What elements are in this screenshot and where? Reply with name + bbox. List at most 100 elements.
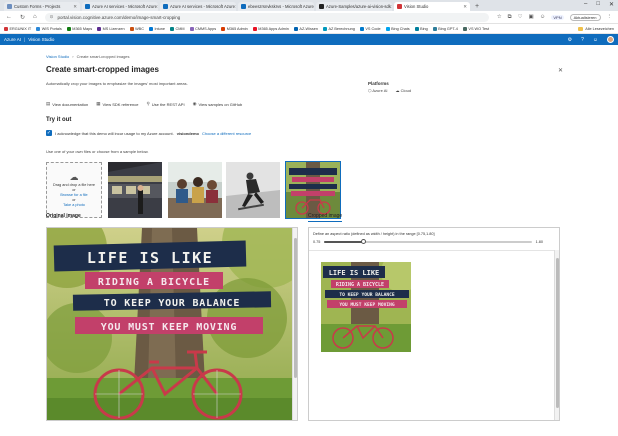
header-separator: | [24,37,26,42]
poster-line-3: TO KEEP YOUR BALANCE [104,298,240,309]
take-photo-link[interactable]: Take a photo [63,203,85,207]
cropped-scrollbar-thumb[interactable] [556,258,559,408]
close-icon[interactable]: ✕ [558,67,563,74]
bookmark-item[interactable]: AZ-Wissen [293,26,318,31]
product-name[interactable]: Azure AI [4,37,21,42]
slider-handle[interactable] [361,239,367,244]
browser-tab[interactable]: ebeeszrsnvkskrvs - Microsoft Azure ✕ [238,2,314,11]
original-scrollbar[interactable] [292,228,297,420]
tab-close-icon[interactable]: ✕ [463,4,467,10]
help-icon[interactable]: ? [581,37,584,43]
bookmark-item[interactable]: MS Lizenzen [97,26,125,31]
bookmark-item[interactable]: M365 Admin [221,26,248,31]
tab-close-icon[interactable]: ✕ [73,4,77,10]
bookmark-item[interactable]: Intune [148,26,165,31]
upload-text-or: or [72,188,76,192]
avatar[interactable] [607,36,614,43]
browser-tab[interactable]: Azure AI services - Microsoft Azure✕ [82,2,158,11]
resource-name: visiondemo [176,130,199,136]
change-resource-link[interactable]: Choose a different resource [202,131,251,136]
browser-tab[interactable]: Azure-Samples/azure-ai-vision-sdk✕ [316,2,392,11]
bookmark-item[interactable]: WBC [129,26,144,31]
update-button[interactable]: Aktualisieren [569,13,601,21]
site-info-icon[interactable]: ⊙ [50,14,54,20]
browser-tab[interactable]: Vision Studio ✕ [394,2,470,11]
vpn-badge[interactable]: VPN [551,14,564,20]
bookmark-favicon-icon [293,26,298,31]
upload-dropzone[interactable]: ☁ Drag and drop a file here or Browse fo… [46,162,102,218]
close-window-icon[interactable]: ✕ [609,1,614,8]
bookmark-favicon-icon [432,26,437,31]
original-image-label: Original image [46,213,81,219]
extensions-icon[interactable]: ⧉ [508,14,512,21]
acknowledge-text: I acknowledge that this demo will incur … [55,130,174,136]
sample-image-bicycle-poster[interactable] [285,161,341,219]
link-documentation[interactable]: ▤ View documentation [46,101,88,107]
back-icon[interactable]: ← [6,14,12,20]
sample-image-team[interactable] [168,162,222,218]
bookmark-item[interactable]: VS WO Test [462,26,489,31]
link-github-samples[interactable]: ◉ View samples on GitHub [193,101,243,107]
star-icon[interactable]: ☆ [497,14,502,20]
maximize-icon[interactable]: □ [596,1,600,8]
favorites-icon[interactable]: ♡ [518,14,523,20]
profile-icon[interactable]: ☺ [540,14,546,20]
tab-favicon-icon [85,4,90,9]
address-bar-row: ← ↻ ⌂ ⊙ portal.vision.cognitive.azure.co… [0,11,618,24]
sample-image-subway[interactable] [108,162,162,218]
menu-icon[interactable]: ⋮ [607,14,613,20]
browse-file-link[interactable]: Browse for a file [60,193,87,197]
settings-icon[interactable]: ⚙ [568,37,572,43]
bookmark-item[interactable]: Bing GPT-4 [432,26,458,31]
link-rest-api[interactable]: ⚲ Use the REST API [146,101,184,107]
bookmark-favicon-icon [221,26,226,31]
breadcrumb-home[interactable]: Vision Studio [46,54,69,59]
bookmark-item[interactable]: Bing Chats [385,26,410,31]
bookmarks-other-label: Alle Lesezeichen [585,26,614,31]
bookmark-item[interactable]: M365 Maps [66,26,92,31]
bookmark-item[interactable]: WIS Portals [36,26,62,31]
github-icon: ◉ [192,101,197,106]
minimize-icon[interactable]: – [584,1,587,8]
aspect-ratio-slider[interactable] [324,239,532,244]
platform-azure: ⬡ Azure AI [368,88,388,93]
cropped-scrollbar[interactable] [554,250,559,420]
bookmark-item[interactable]: Bing [414,26,428,31]
link-sdk-reference[interactable]: ▦ View SDK reference [96,101,138,107]
url-field[interactable]: ⊙ portal.vision.cognitive.azure.com/demo… [44,12,489,22]
bookmark-item[interactable]: CMM [170,26,185,31]
bookmark-label: Intune [154,26,165,31]
bookmark-item[interactable]: M365 Apps Admin [252,26,289,31]
poster-line-4: YOU MUST KEEP MOVING [101,322,237,333]
studio-name[interactable]: Vision Studio [28,37,54,42]
tab-favicon-icon [319,4,324,9]
bookmark-item[interactable]: AZ Berechnung [322,26,355,31]
page-title: Create smart-cropped images [46,65,159,74]
tab-close-icon[interactable]: ✕ [235,4,236,10]
url-text: portal.vision.cognitive.azure.com/demo/i… [57,14,181,20]
browser-tab[interactable]: Azure AI services - Microsoft Azure✕ [160,2,236,11]
poster-line-1: LIFE IS LIKE [87,249,213,267]
browser-tab[interactable]: Custom Forms - Projects ✕ [4,2,80,11]
original-scrollbar-thumb[interactable] [294,238,297,378]
bookmark-item[interactable]: CMMS Apps [189,26,216,31]
tab-label: ebeeszrsnvkskrvs - Microsoft Azure [248,4,314,9]
bookmark-item[interactable]: ERGUNIX IT [4,26,32,31]
tab-label: Azure-Samples/azure-ai-vision-sdk [326,4,391,9]
tab-cropped-image[interactable]: Cropped image [308,213,343,222]
bookmark-favicon-icon [252,26,257,31]
acknowledge-checkbox[interactable]: ✓ [46,130,52,136]
tab-close-icon[interactable]: ✕ [157,4,158,10]
reload-icon[interactable]: ↻ [20,14,25,21]
bookmarks-other[interactable]: Alle Lesezeichen [578,26,614,31]
collections-icon[interactable]: ▣ [529,14,534,20]
home-icon[interactable]: ⌂ [33,14,37,20]
feedback-icon[interactable]: ☺ [593,37,598,43]
ratio-max-label: 1.80 [535,240,543,244]
bookmark-item[interactable]: VS Code [359,26,381,31]
tab-close-icon[interactable]: ✕ [391,4,392,10]
bookmark-label: ERGUNIX IT [9,26,32,31]
sample-image-skater[interactable] [226,162,280,218]
new-tab-icon[interactable]: + [475,2,479,11]
bookmark-favicon-icon [97,26,102,31]
